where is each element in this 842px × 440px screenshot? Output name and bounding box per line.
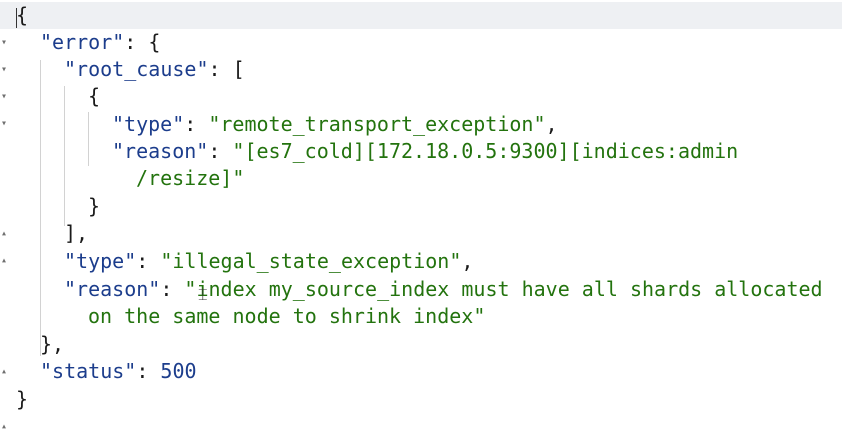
json-punct: : (160, 277, 185, 301)
code-line[interactable]: "type": "illegal_state_exception", (0, 248, 473, 275)
json-response-editor[interactable]: ▾ { ▾ "error": { ▾ "root_cause": [ ▾ { "… (0, 0, 842, 440)
code-line[interactable]: ▴ } (0, 386, 48, 432)
json-object-open: { (88, 84, 101, 108)
json-key-reason: "reason" (112, 139, 209, 163)
json-key-type: "type" (64, 249, 137, 273)
code-line[interactable]: ▾ { (0, 83, 100, 129)
json-value-reason: "[es7_cold][172.18.0.5:9300][indices:adm… (232, 139, 739, 163)
code-line[interactable]: ▾ { (0, 2, 842, 48)
json-value-reason-wrap: /resize]" (136, 166, 245, 190)
code-line[interactable]: ▴ ], (0, 220, 88, 266)
json-object-close: } (88, 194, 101, 218)
code-line[interactable]: "reason": "index my_source_index must ha… (0, 276, 823, 303)
indent-guide (88, 112, 89, 166)
json-punct: : (136, 249, 161, 273)
json-punct: : [ (208, 57, 245, 81)
fold-arrow-icon[interactable]: ▴ (0, 413, 8, 440)
code-line[interactable]: ▴ }, (0, 331, 64, 377)
json-key-status: "status" (40, 359, 137, 383)
json-value-status: 500 (160, 359, 197, 383)
indent-guide (64, 86, 65, 226)
json-value-reason: "index my_source_index must have all sha… (184, 277, 823, 301)
json-punct: : (208, 139, 233, 163)
code-line[interactable]: "type": "remote_transport_exception", (0, 111, 558, 138)
json-close-brace: } (16, 387, 29, 411)
json-object-close: }, (40, 332, 65, 356)
code-line[interactable]: "reason": "[es7_cold][172.18.0.5:9300][i… (0, 138, 738, 165)
json-key-type: "type" (112, 112, 185, 136)
code-line[interactable]: ▾ "error": { (0, 29, 160, 75)
json-punct: : { (124, 30, 161, 54)
text-cursor-icon: ⌶ (198, 285, 208, 304)
json-open-brace: { (16, 3, 29, 27)
json-key-root-cause: "root_cause" (64, 57, 209, 81)
code-line[interactable]: on the same node to shrink index" (0, 303, 485, 330)
json-value-reason-wrap: on the same node to shrink index" (88, 304, 486, 328)
json-value-type: "illegal_state_exception" (160, 249, 462, 273)
code-line[interactable]: "status": 500 (0, 358, 197, 385)
json-punct: , (545, 112, 558, 136)
json-punct: : (136, 359, 161, 383)
json-array-close: ], (64, 221, 89, 245)
json-key-reason: "reason" (64, 277, 161, 301)
code-line[interactable]: ▾ "root_cause": [ (0, 56, 245, 102)
json-key-error: "error" (40, 30, 125, 54)
code-line[interactable]: ▴ } (0, 193, 100, 239)
json-punct: , (461, 249, 474, 273)
json-value-type: "remote_transport_exception" (208, 112, 546, 136)
code-line[interactable]: /resize]" (0, 165, 244, 192)
json-punct: : (184, 112, 209, 136)
